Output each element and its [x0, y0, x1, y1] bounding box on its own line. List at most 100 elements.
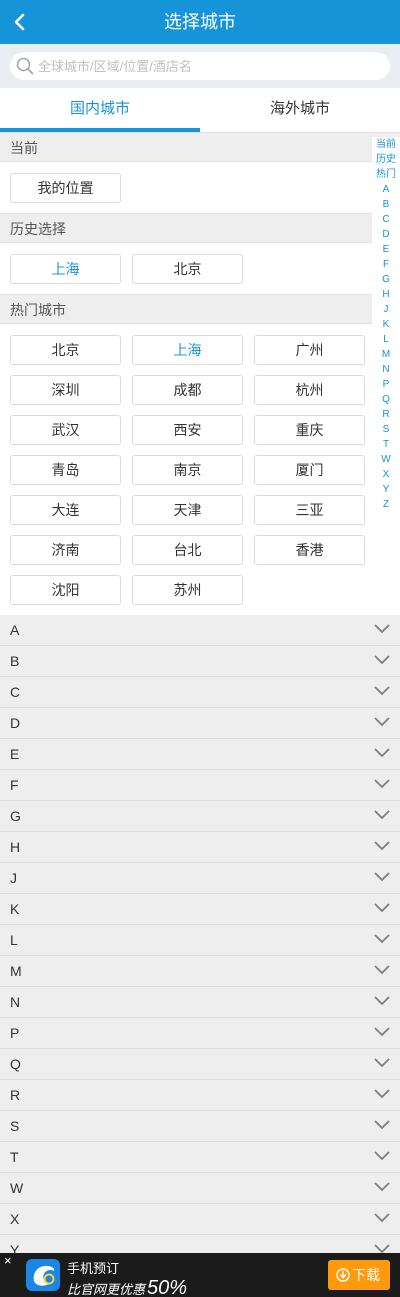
search-icon [16, 57, 34, 75]
hot-city-button[interactable]: 大连 [10, 495, 121, 525]
chevron-down-icon [374, 686, 390, 696]
letter-index-item[interactable]: P [372, 377, 400, 392]
hot-city-button[interactable]: 厦门 [254, 455, 365, 485]
chevron-down-icon [374, 1182, 390, 1192]
letter-index-item[interactable]: Y [372, 482, 400, 497]
letter-index-item[interactable]: G [372, 272, 400, 287]
letter-group-label: W [10, 1180, 24, 1196]
download-label: 下载 [352, 1267, 380, 1283]
hot-city-button[interactable]: 上海 [132, 335, 243, 365]
letter-group-label: P [10, 1025, 20, 1041]
letter-group-label: B [10, 653, 20, 669]
letter-index-item[interactable]: X [372, 467, 400, 482]
letter-index-item[interactable]: J [372, 302, 400, 317]
letter-group-row[interactable]: Q [0, 1049, 400, 1080]
hot-city-button[interactable]: 深圳 [10, 375, 121, 405]
letter-index-item[interactable]: K [372, 317, 400, 332]
letter-group-label: T [10, 1149, 19, 1165]
letter-index-item[interactable]: Q [372, 392, 400, 407]
hot-city-button[interactable]: 成都 [132, 375, 243, 405]
history-city-button[interactable]: 北京 [132, 254, 243, 284]
search-field[interactable] [10, 52, 390, 80]
letter-group-label: Q [10, 1056, 21, 1072]
chevron-down-icon [374, 779, 390, 789]
hot-city-button[interactable]: 北京 [10, 335, 121, 365]
hot-city-button[interactable]: 武汉 [10, 415, 121, 445]
chevron-down-icon [374, 717, 390, 727]
hot-city-button[interactable]: 三亚 [254, 495, 365, 525]
letter-index-item[interactable]: D [372, 227, 400, 242]
letter-index-item[interactable]: L [372, 332, 400, 347]
letter-index-item[interactable]: A [372, 182, 400, 197]
letter-group-row[interactable]: A [0, 615, 400, 646]
letter-group-row[interactable]: K [0, 894, 400, 925]
chevron-down-icon [374, 1027, 390, 1037]
letter-index-item[interactable]: T [372, 437, 400, 452]
letter-index-item[interactable]: C [372, 212, 400, 227]
letter-index-item[interactable]: R [372, 407, 400, 422]
letter-group-row[interactable]: G [0, 801, 400, 832]
download-icon [336, 1268, 350, 1282]
letter-group-row[interactable]: W [0, 1173, 400, 1204]
hot-city-button[interactable]: 香港 [254, 535, 365, 565]
download-button[interactable]: 下载 [328, 1260, 390, 1290]
letter-group-row[interactable]: M [0, 956, 400, 987]
dolphin-logo-icon [33, 1265, 55, 1286]
letter-group-row[interactable]: T [0, 1142, 400, 1173]
letter-index-item[interactable]: F [372, 257, 400, 272]
letter-index-item[interactable]: H [372, 287, 400, 302]
close-icon[interactable]: × [4, 1254, 16, 1267]
letter-group-row[interactable]: R [0, 1080, 400, 1111]
hot-city-button[interactable]: 台北 [132, 535, 243, 565]
letter-index-item[interactable]: B [372, 197, 400, 212]
chevron-down-icon [374, 841, 390, 851]
letter-index-item[interactable]: E [372, 242, 400, 257]
letter-group-row[interactable]: E [0, 739, 400, 770]
hot-city-button[interactable]: 青岛 [10, 455, 121, 485]
hot-city-button[interactable]: 南京 [132, 455, 243, 485]
chevron-down-icon [374, 748, 390, 758]
hot-city-button[interactable]: 沈阳 [10, 575, 121, 605]
hot-city-button[interactable]: 天津 [132, 495, 243, 525]
letter-index-item[interactable]: N [372, 362, 400, 377]
letter-group-row[interactable]: N [0, 987, 400, 1018]
letter-group-row[interactable]: P [0, 1018, 400, 1049]
hot-city-button[interactable]: 重庆 [254, 415, 365, 445]
search-input[interactable] [38, 56, 378, 76]
letter-group-row[interactable]: H [0, 832, 400, 863]
tab-overseas-cities[interactable]: 海外城市 [200, 88, 400, 132]
letter-group-row[interactable]: F [0, 770, 400, 801]
letter-index-item[interactable]: S [372, 422, 400, 437]
letter-index-item[interactable]: W [372, 452, 400, 467]
history-city-button[interactable]: 上海 [10, 254, 121, 284]
letter-index-item[interactable]: Z [372, 497, 400, 512]
letter-index-item[interactable]: 热门 [372, 167, 400, 182]
chevron-down-icon [374, 996, 390, 1006]
letter-group-row[interactable]: B [0, 646, 400, 677]
letter-index-nav: 当前 历史 热门 A B C D E F G H J K L M N P Q R… [372, 137, 400, 513]
search-bar [0, 44, 400, 88]
chevron-down-icon [374, 1151, 390, 1161]
letter-index-item[interactable]: 历史 [372, 152, 400, 167]
section-hot-cities: 北京 上海 广州 深圳 成都 杭州 武汉 西安 重庆 青岛 南京 厦门 大连 天… [0, 324, 400, 615]
hot-city-button[interactable]: 杭州 [254, 375, 365, 405]
my-location-button[interactable]: 我的位置 [10, 173, 121, 203]
letter-group-row[interactable]: D [0, 708, 400, 739]
letter-group-row[interactable]: C [0, 677, 400, 708]
page-title: 选择城市 [164, 12, 236, 32]
letter-index-item[interactable]: 当前 [372, 137, 400, 152]
letter-group-row[interactable]: X [0, 1204, 400, 1235]
section-history: 上海 北京 [0, 243, 400, 294]
letter-group-row[interactable]: J [0, 863, 400, 894]
letter-group-label: X [10, 1211, 20, 1227]
hot-city-button[interactable]: 广州 [254, 335, 365, 365]
letter-group-label: E [10, 746, 20, 762]
letter-group-row[interactable]: L [0, 925, 400, 956]
tab-domestic-cities[interactable]: 国内城市 [0, 88, 200, 132]
letter-group-label: J [10, 870, 17, 886]
hot-city-button[interactable]: 西安 [132, 415, 243, 445]
hot-city-button[interactable]: 苏州 [132, 575, 243, 605]
letter-group-row[interactable]: S [0, 1111, 400, 1142]
letter-index-item[interactable]: M [372, 347, 400, 362]
hot-city-button[interactable]: 济南 [10, 535, 121, 565]
